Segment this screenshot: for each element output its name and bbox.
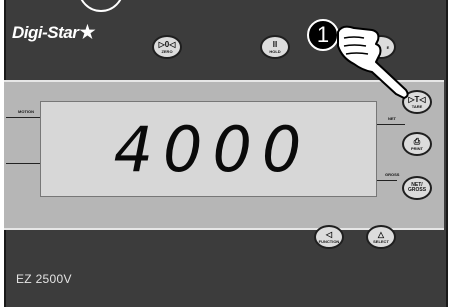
function-symbol: ◁	[325, 229, 333, 239]
hold-button[interactable]: II HOLD	[260, 35, 290, 59]
net-label: NET	[388, 116, 396, 121]
motion-label: MOTION	[18, 109, 34, 114]
gross-label: GROSS	[385, 172, 400, 177]
print-button[interactable]: ⎙ PRINT	[402, 132, 432, 156]
select-symbol: △	[377, 229, 385, 239]
brand-logo: Digi-Star★	[12, 22, 95, 43]
function-button[interactable]: ◁ FUNCTION	[314, 225, 344, 249]
hold-symbol: II	[272, 39, 278, 49]
hold-button-label: HOLD	[269, 48, 281, 54]
model-label: EZ 2500V	[16, 272, 72, 286]
brand-name: Digi-Star	[12, 23, 79, 42]
lcd-display: 4000	[40, 101, 377, 197]
net-gross-button[interactable]: NET/ GROSS	[402, 176, 432, 200]
print-button-label: PRINT	[411, 145, 423, 151]
motion-tick	[6, 117, 40, 118]
zero-button[interactable]: ▷0◁ ZERO	[152, 35, 182, 59]
net-gross-button-label: GROSS	[407, 187, 427, 193]
printer-icon: ⎙	[413, 136, 421, 146]
net-tick	[377, 124, 405, 125]
select-button-label: SELECT	[373, 238, 389, 244]
select-button[interactable]: △ SELECT	[366, 225, 396, 249]
left-tick	[6, 163, 40, 164]
tare-button-label: TARE	[411, 103, 423, 109]
zero-button-label: ZERO	[161, 48, 173, 54]
star-icon: ★	[79, 22, 95, 42]
pointing-hand-icon	[337, 25, 409, 99]
function-button-label: FUNCTION	[318, 238, 340, 244]
weight-readout: 4000	[113, 112, 312, 186]
gross-tick	[377, 180, 397, 181]
zero-symbol: ▷0◁	[158, 39, 176, 49]
